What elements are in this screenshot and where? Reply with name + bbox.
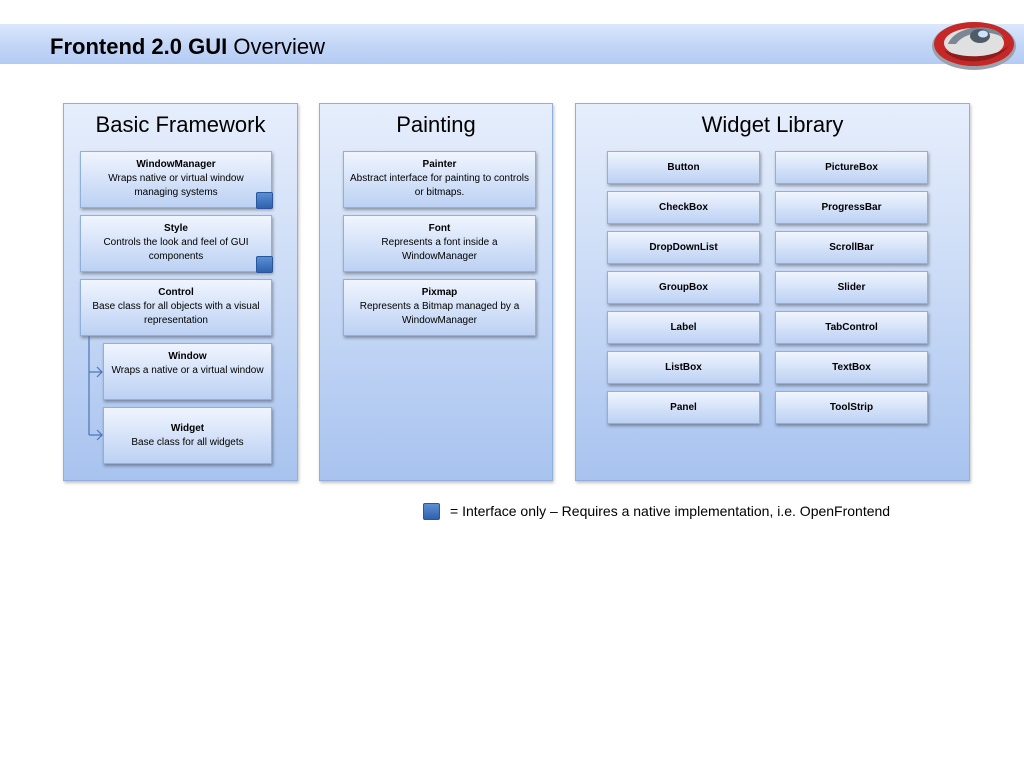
box-desc: Base class for all objects with a visual… [92, 301, 260, 326]
page-title: Frontend 2.0 GUI Overview [50, 34, 325, 60]
swirl-logo-icon [932, 22, 1016, 70]
box-window: Window Wraps a native or a virtual windo… [103, 343, 272, 400]
box-font: Font Represents a font inside a WindowMa… [343, 215, 536, 272]
box-style: Style Controls the look and feel of GUI … [80, 215, 272, 272]
box-desc: Represents a Bitmap managed by a WindowM… [359, 301, 520, 326]
box-name: Window [168, 351, 207, 362]
widget-toolstrip: ToolStrip [775, 391, 928, 424]
box-desc: Abstract interface for painting to contr… [350, 173, 529, 198]
title-bold: Frontend 2.0 GUI [50, 34, 228, 59]
panel-title-painting: Painting [396, 112, 476, 137]
widget-dropdownlist: DropDownList [607, 231, 760, 264]
widget-listbox: ListBox [607, 351, 760, 384]
box-widget: Widget Base class for all widgets [103, 407, 272, 464]
widget-picturebox: PictureBox [775, 151, 928, 184]
widget-tabcontrol: TabControl [775, 311, 928, 344]
box-desc: Wraps native or virtual window managing … [108, 173, 244, 198]
box-name: Pixmap [421, 287, 458, 298]
box-painter: Painter Abstract interface for painting … [343, 151, 536, 208]
box-name: Widget [170, 423, 205, 434]
panel-title-widgets: Widget Library [701, 112, 844, 137]
widget-textbox: TextBox [775, 351, 928, 384]
widget-slider: Slider [775, 271, 928, 304]
widget-progressbar: ProgressBar [775, 191, 928, 224]
interface-marker-icon [256, 256, 273, 273]
interface-marker-icon [423, 503, 440, 520]
widget-checkbox: CheckBox [607, 191, 760, 224]
box-desc: Wraps a native or a virtual window [111, 365, 264, 376]
widget-label: Label [607, 311, 760, 344]
box-desc: Represents a font inside a WindowManager [381, 237, 498, 262]
box-name: Style [164, 223, 188, 234]
legend-text: = Interface only – Requires a native imp… [450, 503, 891, 519]
box-name: Painter [422, 159, 457, 170]
widget-panel: Panel [607, 391, 760, 424]
widget-scrollbar: ScrollBar [775, 231, 928, 264]
widget-button: Button [607, 151, 760, 184]
title-normal: Overview [233, 34, 326, 59]
box-control: Control Base class for all objects with … [80, 279, 272, 336]
box-name: Font [428, 223, 451, 234]
interface-marker-icon [256, 192, 273, 209]
box-desc: Controls the look and feel of GUI compon… [103, 237, 249, 262]
panel-title-basic: Basic Framework [95, 112, 266, 137]
box-name: Control [158, 287, 194, 298]
box-name: WindowManager [136, 159, 216, 170]
box-desc: Base class for all widgets [131, 437, 244, 448]
title-bar: Frontend 2.0 GUI Overview [0, 24, 1024, 64]
box-pixmap: Pixmap Represents a Bitmap managed by a … [343, 279, 536, 336]
box-windowmanager: WindowManager Wraps native or virtual wi… [80, 151, 272, 208]
widget-groupbox: GroupBox [607, 271, 760, 304]
